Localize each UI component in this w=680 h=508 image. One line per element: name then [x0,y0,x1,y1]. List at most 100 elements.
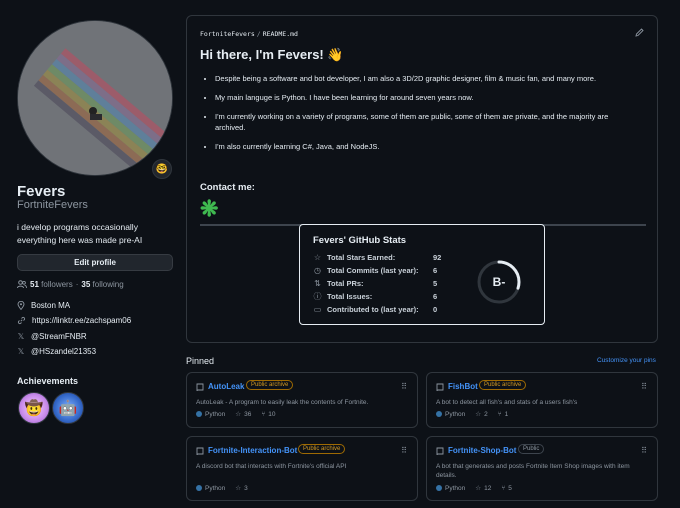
avatar[interactable] [17,20,173,176]
pinned-repo-card[interactable]: FishBot Public archive ⠿ A bot to detect… [426,372,658,428]
repo-description: A bot to detect all fish's and stats of … [436,399,578,406]
forks-count: 1 [504,410,509,418]
following-count: 35 [81,280,91,289]
visibility-badge: Public archive [246,380,294,390]
stars-count: 12 [484,484,492,492]
readme-heading: Hi there, I'm Fevers! 👋 [200,47,344,62]
clock-icon: ◷ [314,266,321,275]
achievement-badge-quickdraw[interactable]: 🤖 [52,392,84,424]
language-dot [436,485,442,491]
stat-value: 5 [433,279,438,288]
repo-icon [436,447,444,456]
contact-link-icon[interactable]: ❋ [200,196,218,222]
repo-forks[interactable]: ⑂ 5 [501,485,512,492]
repo-forks[interactable]: ⑂ 1 [498,411,509,418]
repo-description: AutoLeak - A program to easily leak the … [196,399,369,406]
pull-request-icon: ⇅ [314,279,321,288]
pinned-repo-card[interactable]: Fortnite-Interaction-Bot Public archive … [186,436,418,501]
badge-emoji: 🤖 [58,400,78,417]
website-item: https://linktr.ee/zachspam06 [17,316,177,325]
repo-language: Python [436,485,465,492]
visibility-badge: Public archive [298,444,346,454]
stars-count: 3 [244,484,248,492]
readme-bullet: My main languge is Python. I have been l… [215,92,635,103]
achievement-badge-pull-shark[interactable]: 🤠 [18,392,50,424]
stat-value: 6 [433,292,438,301]
status-emoji[interactable]: 🤓 [152,159,172,179]
star-icon: ☆ [475,485,482,492]
website-link[interactable]: https://linktr.ee/zachspam06 [32,316,131,325]
stat-label: Total Commits (last year): [327,266,419,275]
star-icon: ☆ [235,411,242,418]
repo-language: Python [196,411,225,418]
stat-label: Total Stars Earned: [327,253,396,262]
readme-breadcrumb: FortniteFevers / README.md [200,30,298,38]
drag-handle-icon[interactable]: ⠿ [641,446,647,455]
bio-line: i develop programs occasionally [17,222,138,232]
avatar-artwork [18,21,172,175]
repo-stars[interactable]: ☆ 2 [475,410,488,419]
link-icon [17,316,26,325]
edit-profile-button[interactable]: Edit profile [17,254,173,271]
stats-title: Fevers' GitHub Stats [313,235,407,246]
star-icon: ☆ [313,253,322,262]
following-link[interactable]: 35 following [81,280,123,289]
follow-stats: 51 followers · 35 following [17,280,124,289]
x-logo-icon: 𝕏 [17,332,25,341]
social-item: 𝕏 @HSzandel21353 [17,347,177,356]
location-icon [17,301,25,310]
follow-separator: · [75,280,79,289]
repo-icon [436,383,444,392]
stars-count: 2 [484,410,488,418]
language-dot [196,411,202,417]
repo-stars[interactable]: ☆ 36 [235,410,252,419]
stat-label: Total Issues: [327,292,373,301]
breadcrumb-separator: / [256,30,261,38]
forks-count: 5 [508,484,512,492]
stat-row: ⇅ Total PRs: 5 [313,279,443,288]
breadcrumb-owner[interactable]: FortniteFevers [200,30,255,38]
grade-ring: B- [477,260,521,304]
language-dot [436,411,442,417]
stat-value: 92 [433,253,442,262]
pencil-icon[interactable] [635,28,645,38]
drag-handle-icon[interactable]: ⠿ [401,382,407,391]
repo-stars[interactable]: ☆ 3 [235,484,248,493]
profile-login: FortniteFevers [17,199,88,211]
drag-handle-icon[interactable]: ⠿ [641,382,647,391]
repo-name-link[interactable]: Fortnite-Shop-Bot [448,446,516,455]
stat-label: Contributed to (last year): [327,305,419,314]
pinned-repo-card[interactable]: Fortnite-Shop-Bot Public ⠿ A bot that ge… [426,436,658,501]
repo-stars[interactable]: ☆ 12 [475,484,492,493]
repo-name-link[interactable]: AutoLeak [208,382,244,391]
star-icon: ☆ [475,411,482,418]
repo-name-link[interactable]: Fortnite-Interaction-Bot [208,446,297,455]
fork-icon: ⑂ [261,410,266,418]
visibility-badge: Public archive [479,380,527,390]
customize-pins-link[interactable]: Customize your pins [597,357,656,364]
social-link[interactable]: @HSzandel21353 [31,347,96,356]
location-item: Boston MA [17,301,177,310]
social-link[interactable]: @StreamFNBR [31,332,87,341]
repo-meta: Python ☆ 12 ⑂ 5 [436,484,512,492]
stat-value: 6 [433,266,438,275]
drag-handle-icon[interactable]: ⠿ [401,446,407,455]
stat-value: 0 [433,305,438,314]
forks-count: 10 [268,410,276,418]
location-text: Boston MA [31,301,71,310]
achievements-heading: Achievements [17,376,79,386]
stars-count: 36 [244,410,252,418]
stat-row: ☆ Total Stars Earned: 92 [313,253,443,262]
readme-bullet: Despite being a software and bot develop… [215,73,635,84]
followers-count: 51 [30,280,39,289]
fork-icon: ⑂ [501,484,506,492]
followers-link[interactable]: 51 followers [30,280,73,289]
readme-bullet-list: Despite being a software and bot develop… [215,73,635,160]
readme-bullet: I'm currently working on a variety of pr… [215,111,635,133]
repo-meta: Python ☆ 2 ⑂ 1 [436,410,508,418]
repo-forks[interactable]: ⑂ 10 [261,411,275,418]
pinned-repo-card[interactable]: AutoLeak Public archive ⠿ AutoLeak - A p… [186,372,418,428]
repo-name-link[interactable]: FishBot [448,382,478,391]
readme-bullet: I'm also currently learning C#, Java, an… [215,141,635,152]
fork-icon: ⑂ [497,410,502,418]
